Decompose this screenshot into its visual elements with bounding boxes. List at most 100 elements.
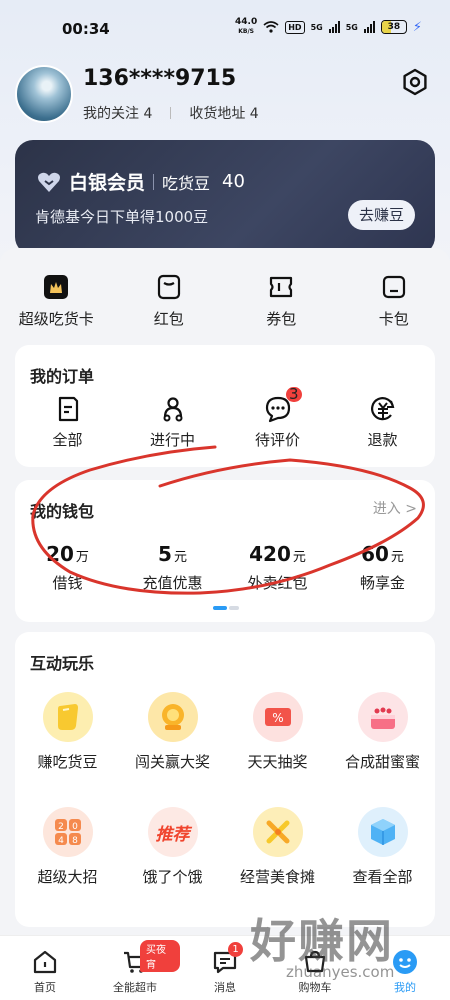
wallet-label: 外卖红包 (247, 574, 308, 592)
tab-messages[interactable]: 1 消息 (180, 936, 270, 1000)
wallet-value: 20 (46, 542, 74, 566)
wallet-item-recharge[interactable]: 5元 充值优惠 (120, 542, 225, 593)
fun-item-2048[interactable]: 2048 超级大招 (15, 807, 120, 922)
wallet-unit: 元 (292, 550, 306, 565)
wallet-label: 充值优惠 (142, 574, 203, 592)
fun-grid: 赚吃货豆 闯关赢大奖 % 天天抽奖 合成甜蜜蜜 2048 超级大招 推荐 饿了个… (15, 692, 435, 922)
vip-heart-icon (38, 172, 60, 192)
cake-icon (357, 692, 408, 742)
svg-text:8: 8 (72, 836, 78, 846)
hd-icon: HD (285, 20, 305, 34)
wallet-unit: 元 (173, 550, 187, 565)
clock: 00:34 (62, 20, 110, 38)
wallet-unit: 万 (75, 550, 89, 565)
fun-item-lottery[interactable]: % 天天抽奖 (225, 692, 330, 807)
vip-card[interactable]: 白银会员 吃货豆 40 肯德基今日下单得1000豆 去赚豆 (15, 140, 435, 255)
fun-item-cake[interactable]: 合成甜蜜蜜 (330, 692, 435, 807)
order-to-review[interactable]: 3 待评价 (225, 387, 330, 450)
card-wallet-icon (382, 275, 405, 299)
fun-item-recommend[interactable]: 推荐 饿了个饿 (120, 807, 225, 922)
wallet-value: 60 (361, 542, 389, 566)
wallet-item-takeout-packet[interactable]: 420 元 外卖红包 (225, 542, 330, 593)
status-icons: 44.0 KB/S HD 5G 5G 38 ⚡ (235, 18, 422, 36)
order-status-row: 全部 进行中 3 待评价 退款 (15, 387, 435, 450)
svg-text:%: % (272, 711, 283, 725)
lottery-ticket-icon: % (252, 692, 303, 742)
vip-level: 白银会员 (69, 172, 146, 194)
vip-title: 白银会员 吃货豆 40 (37, 168, 245, 195)
svg-text:2: 2 (58, 822, 64, 832)
wallet-label: 畅享金 (359, 574, 405, 592)
home-icon (33, 950, 57, 974)
network-speed: 44.0 KB/S (235, 17, 258, 36)
profile-meta: 我的关注 4 收货地址 4 (83, 103, 259, 123)
wallet-enter-link[interactable]: 进入 > (373, 498, 417, 518)
wallet-unit: 元 (390, 550, 404, 565)
quick-item-coupon[interactable]: 券包 (225, 248, 338, 340)
delivery-icon (163, 397, 182, 422)
vip-description: 肯德基今日下单得1000豆 (35, 208, 209, 226)
fun-card: 互动玩乐 赚吃货豆 闯关赢大奖 % 天天抽奖 合成甜蜜蜜 2 0 4 8 超级大… (15, 632, 435, 927)
fun-item-earn-bean[interactable]: 赚吃货豆 (15, 692, 120, 807)
divider (170, 107, 172, 119)
order-in-progress[interactable]: 进行中 (120, 395, 225, 450)
quick-menu: 超级吃货卡 红包 券包 卡包 (0, 248, 450, 340)
fun-item-prize[interactable]: 闯关赢大奖 (120, 692, 225, 807)
quick-item-red-packet[interactable]: 红包 (113, 248, 226, 340)
tab-home[interactable]: 首页 (0, 936, 90, 1000)
food-stall-icon (252, 807, 303, 857)
wallet-row: 20 万 借钱 5元 充值优惠 420 元 外卖红包 60 元 畅享金 (15, 542, 435, 593)
game-2048-icon: 2048 (42, 807, 93, 857)
wallet-card: 我的钱包 进入 > 20 万 借钱 5元 充值优惠 420 元 外卖红包 60 元 畅… (15, 480, 435, 622)
signal-icon-2 (363, 21, 375, 33)
wallet-label: 借钱 (52, 574, 83, 592)
quick-item-super-card[interactable]: 超级吃货卡 (0, 248, 113, 340)
fun-title: 互动玩乐 (30, 654, 95, 673)
bean-icon (42, 692, 93, 742)
settings-icon[interactable] (400, 67, 430, 97)
red-packet-icon (157, 274, 180, 300)
message-count-badge: 1 (228, 942, 243, 957)
address-link[interactable]: 收货地址 4 (189, 103, 258, 123)
orders-card: 我的订单 全部 进行中 3 待评价 退款 (15, 345, 435, 467)
fun-item-food-stall[interactable]: 经营美食摊 (225, 807, 330, 922)
bottom-tab-bar: 首页 买夜宵 全能超市 1 消息 购物车 我的 (0, 935, 450, 1000)
charging-icon: ⚡ (412, 19, 422, 35)
night-snack-tag: 买夜宵 (140, 940, 180, 972)
svg-text:0: 0 (72, 822, 78, 832)
avatar[interactable] (15, 65, 73, 123)
coupon-icon (270, 276, 293, 298)
divider (153, 173, 155, 190)
wallet-item-enjoy-fund[interactable]: 60 元 畅享金 (330, 542, 435, 593)
recommend-icon: 推荐 (147, 807, 198, 857)
quick-item-card-wallet[interactable]: 卡包 (338, 248, 450, 340)
svg-text:4: 4 (58, 836, 64, 846)
wallet-title: 我的钱包 (30, 502, 95, 521)
signal-5g-label-2: 5G (345, 22, 358, 32)
all-orders-icon (58, 396, 78, 422)
page-indicator (213, 606, 239, 610)
prize-icon (147, 692, 198, 742)
fun-item-view-all[interactable]: 查看全部 (330, 807, 435, 922)
signal-5g-label-1: 5G (310, 22, 323, 32)
order-all[interactable]: 全部 (15, 395, 120, 450)
tab-supermarket[interactable]: 买夜宵 全能超市 (90, 936, 180, 1000)
wallet-value: 420 (249, 542, 291, 566)
review-count-badge: 3 (285, 387, 302, 402)
order-refund[interactable]: 退款 (330, 395, 435, 450)
follow-link[interactable]: 我的关注 4 (83, 103, 152, 123)
earn-bean-button[interactable]: 去赚豆 (348, 200, 415, 230)
bean-label: 吃货豆 (162, 173, 211, 193)
cart-icon (304, 950, 326, 973)
tab-cart[interactable]: 购物车 (270, 936, 360, 1000)
wifi-icon (263, 21, 279, 33)
signal-icon (328, 21, 340, 33)
battery-icon: 38 (380, 20, 407, 34)
status-bar: 00:34 44.0 KB/S HD 5G 5G 38 ⚡ (0, 0, 450, 60)
bean-count: 40 (222, 171, 245, 192)
indicator-active (213, 606, 227, 610)
user-phone[interactable]: 136****9715 (83, 66, 236, 91)
view-all-icon (357, 807, 408, 857)
tab-profile[interactable]: 我的 (360, 936, 450, 1000)
wallet-item-loan[interactable]: 20 万 借钱 (15, 542, 120, 593)
